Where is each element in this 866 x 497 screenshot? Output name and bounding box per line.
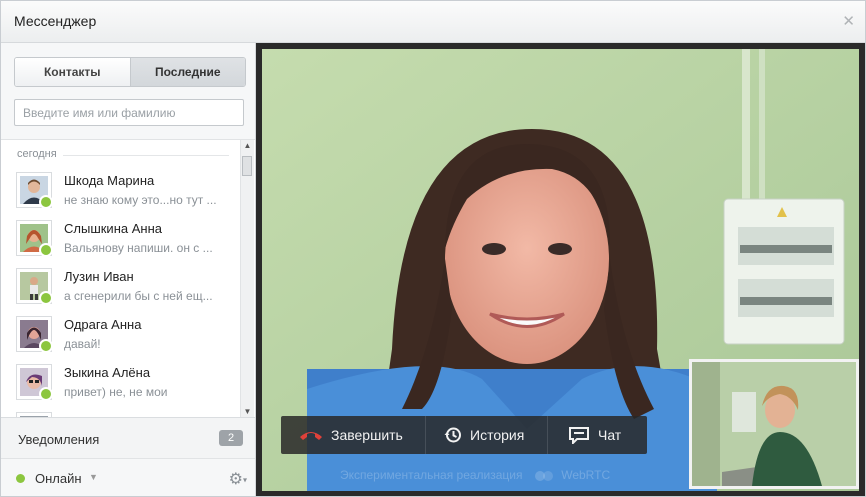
end-call-button[interactable]: Завершить [281,416,426,454]
section-divider [63,155,229,156]
notifications-count-badge: 2 [219,430,243,446]
tab-contacts[interactable]: Контакты [15,58,130,86]
chat-icon [568,426,590,444]
avatar [16,268,53,305]
list-item[interactable]: Одрага Анна давай! [1,312,239,360]
contact-name: Зыкина Алёна [64,365,151,380]
contact-name: Лузин Иван [64,269,134,284]
webrtc-label: WebRTC [561,468,611,482]
scroll-up-arrow-icon[interactable]: ▲ [241,140,254,152]
list-item[interactable]: Слышкина Анна Вальянову напиши. он с ... [1,216,239,264]
avatar [16,220,53,257]
list-item[interactable]: Зыкина Алёна привет) не, не мои [1,360,239,408]
self-video-frame [692,362,856,486]
last-message: а сгенерили бы с ней ещ... [64,289,213,303]
last-message: Вальянову напиши. он с ... [64,241,213,255]
online-indicator [39,195,53,209]
online-indicator [39,291,53,305]
chevron-down-icon[interactable]: ▼ [89,472,98,482]
avatar [16,172,53,209]
online-indicator [39,387,53,401]
avatar [16,364,53,401]
title-bar: Мессенджер ✕ [1,1,865,43]
list-item[interactable]: Шкода Марина не знаю кому это...но тут .… [1,168,239,216]
webrtc-logo-icon [534,470,553,481]
chat-label: Чат [598,427,622,443]
section-heading: сегодня [17,148,57,160]
messenger-window: Мессенджер ✕ Контакты Последние сегодня [0,0,866,497]
notifications-row[interactable]: Уведомления 2 [1,417,255,458]
sidebar: Контакты Последние сегодня Шкода Марина [1,43,256,496]
experimental-note: Экспериментальная реализация WebRTC [340,468,610,483]
scroll-thumb[interactable] [242,156,252,176]
self-video-preview[interactable] [689,359,859,489]
call-controls-bar: Завершить История Чат [281,416,647,454]
tab-recent[interactable]: Последние [129,58,245,86]
search-input[interactable] [14,99,244,126]
online-status-dot [16,474,25,483]
list-scrollbar[interactable]: ▲ ▼ [240,140,254,418]
last-message: привет) не, не мои [64,385,168,399]
contact-name: Одрага Анна [64,317,142,332]
status-bar: Онлайн ▼ ⚙▾ [1,458,255,497]
avatar [16,316,53,353]
history-icon [444,426,462,444]
video-call-panel: Завершить История Чат Экспериментальная … [256,43,865,496]
chat-button[interactable]: Чат [548,416,647,454]
online-indicator [39,339,53,353]
window-title: Мессенджер [14,13,97,29]
status-selector[interactable]: Онлайн [35,471,82,486]
contact-name: Шкода Марина [64,173,155,188]
experimental-note-text: Экспериментальная реализация [340,468,523,482]
last-message: не знаю кому это...но тут ... [64,193,217,207]
contact-name: Слышкина Анна [64,221,162,236]
notifications-label: Уведомления [18,432,100,447]
history-label: История [470,427,525,443]
close-icon[interactable]: ✕ [842,12,855,30]
contact-list: сегодня Шкода Марина не знаю кому это...… [1,139,255,418]
last-message: давай! [64,337,101,351]
end-call-label: Завершить [331,427,403,443]
list-item[interactable]: Лузин Иван а сгенерили бы с ней ещ... [1,264,239,312]
gear-icon[interactable]: ⚙▾ [229,469,247,489]
phone-hangup-icon [299,429,323,441]
tabs: Контакты Последние [14,57,246,87]
history-button[interactable]: История [426,416,548,454]
online-indicator [39,243,53,257]
